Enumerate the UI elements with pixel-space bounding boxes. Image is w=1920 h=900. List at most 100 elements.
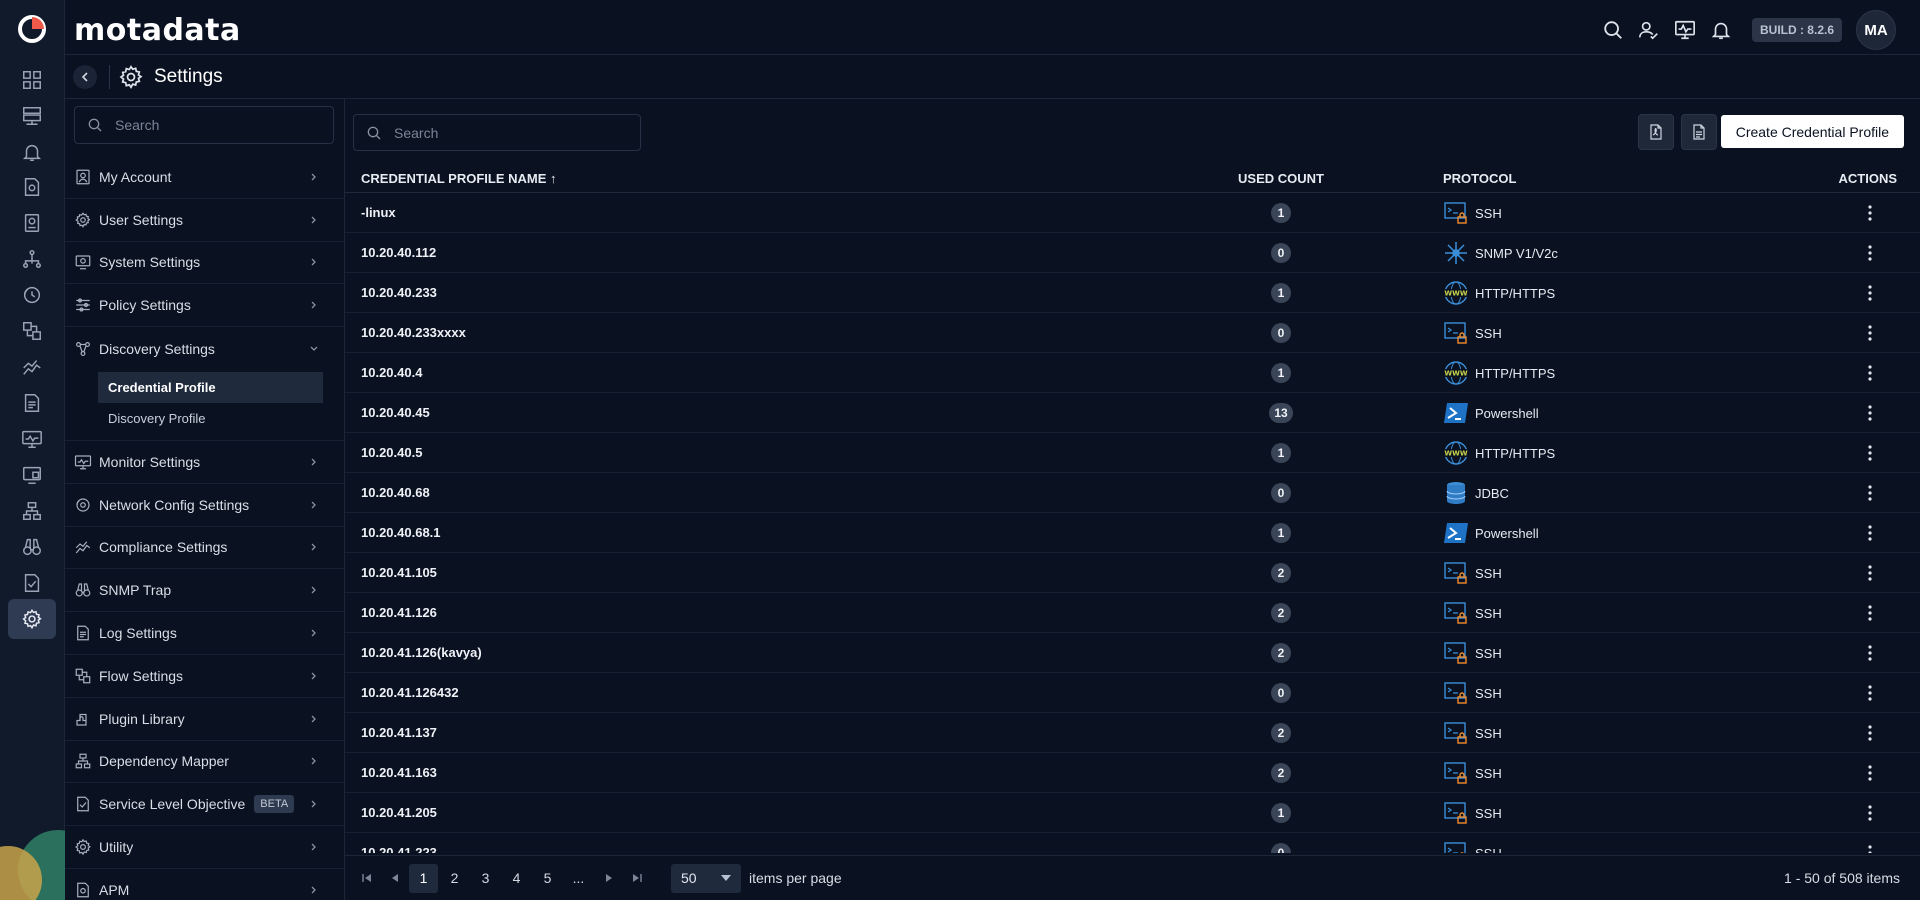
used-count-badge[interactable]: 2 xyxy=(1271,763,1291,783)
table-row[interactable]: 10.20.40.233xxxx 0 SSH xyxy=(345,313,1920,353)
used-count-badge[interactable]: 1 xyxy=(1271,283,1291,303)
used-count-badge[interactable]: 2 xyxy=(1271,643,1291,663)
column-header-name[interactable]: CREDENTIAL PROFILE NAME ↑ xyxy=(361,171,557,186)
credential-profile-name[interactable]: 10.20.41.105 xyxy=(361,565,437,580)
rail-dependency-button[interactable] xyxy=(16,495,48,527)
sidebar-item-my-account[interactable]: My Account xyxy=(65,156,344,199)
credential-profile-name[interactable]: 10.20.40.233xxxx xyxy=(361,325,466,340)
row-actions-button[interactable] xyxy=(1860,523,1880,543)
sidebar-item-monitor-settings[interactable]: Monitor Settings xyxy=(65,441,344,484)
credential-profile-name[interactable]: 10.20.40.4 xyxy=(361,365,422,380)
rail-metric-explorer-button[interactable] xyxy=(16,351,48,383)
rail-audit-button[interactable] xyxy=(16,459,48,491)
credential-profile-name[interactable]: 10.20.41.223 xyxy=(361,845,437,853)
used-count-badge[interactable]: 1 xyxy=(1271,523,1291,543)
credential-profile-name[interactable]: 10.20.40.68 xyxy=(361,485,430,500)
column-header-protocol[interactable]: PROTOCOL xyxy=(1443,171,1516,186)
used-count-badge[interactable]: 2 xyxy=(1271,563,1291,583)
sidebar-item-system-settings[interactable]: System Settings xyxy=(65,242,344,285)
page-number-button[interactable]: 2 xyxy=(440,864,469,893)
used-count-badge[interactable]: 2 xyxy=(1271,723,1291,743)
credential-profile-name[interactable]: 10.20.41.126(kavya) xyxy=(361,645,482,660)
sidebar-item-log-settings[interactable]: Log Settings xyxy=(65,612,344,655)
create-credential-profile-button[interactable]: Create Credential Profile xyxy=(1720,115,1904,148)
sidebar-item-dependency-mapper[interactable]: Dependency Mapper xyxy=(65,741,344,784)
credential-profile-name[interactable]: -linux xyxy=(361,205,396,220)
sidebar-item-policy-settings[interactable]: Policy Settings xyxy=(65,284,344,328)
page-number-button[interactable]: 4 xyxy=(502,864,531,893)
rail-dashboard-button[interactable] xyxy=(16,64,48,96)
credential-profile-name[interactable]: 10.20.40.5 xyxy=(361,445,422,460)
rail-apm-button[interactable] xyxy=(16,171,48,203)
row-actions-button[interactable] xyxy=(1860,723,1880,743)
table-row[interactable]: 10.20.40.45 13 Powershell xyxy=(345,393,1920,433)
sidebar-search-input[interactable]: Search xyxy=(74,106,334,144)
sidebar-item-snmp-trap[interactable]: SNMP Trap xyxy=(65,569,344,613)
sidebar-item-service-level-objective[interactable]: Service Level Objective BETA xyxy=(65,783,344,827)
monitor-activity-icon[interactable] xyxy=(1672,17,1698,43)
sidebar-item-network-config-settings[interactable]: Network Config Settings xyxy=(65,484,344,527)
user-check-icon[interactable] xyxy=(1636,17,1662,43)
rail-settings-button[interactable] xyxy=(8,599,56,639)
sidebar-item-user-settings[interactable]: User Settings xyxy=(65,199,344,242)
credential-profile-name[interactable]: 10.20.41.126432 xyxy=(361,685,459,700)
table-row[interactable]: 10.20.40.68 0 JDBC xyxy=(345,473,1920,513)
used-count-badge[interactable]: 1 xyxy=(1271,203,1291,223)
table-row[interactable]: 10.20.40.4 1 WWW HTTP/HTTPS xyxy=(345,353,1920,393)
table-row[interactable]: 10.20.41.223 0 SSH xyxy=(345,833,1920,853)
table-row[interactable]: 10.20.41.105 2 SSH xyxy=(345,553,1920,593)
row-actions-button[interactable] xyxy=(1860,363,1880,383)
used-count-badge[interactable]: 0 xyxy=(1271,243,1291,263)
table-row[interactable]: 10.20.41.126 2 SSH xyxy=(345,593,1920,633)
grid-search-input[interactable]: Search xyxy=(353,114,641,151)
app-logo-icon[interactable] xyxy=(16,13,48,45)
table-row[interactable]: 10.20.41.126432 0 SSH xyxy=(345,673,1920,713)
sidebar-item-apm[interactable]: APM xyxy=(65,869,344,900)
column-header-used-count[interactable]: USED COUNT xyxy=(1216,171,1346,186)
sidebar-item-compliance-settings[interactable]: Compliance Settings xyxy=(65,527,344,570)
sidebar-item-discovery-settings[interactable]: Discovery Settings xyxy=(65,327,344,370)
used-count-badge[interactable]: 0 xyxy=(1271,323,1291,343)
row-actions-button[interactable] xyxy=(1860,843,1880,853)
rail-checklist-button[interactable] xyxy=(16,567,48,599)
avatar[interactable]: MA xyxy=(1856,10,1896,50)
row-actions-button[interactable] xyxy=(1860,443,1880,463)
row-actions-button[interactable] xyxy=(1860,683,1880,703)
row-actions-button[interactable] xyxy=(1860,323,1880,343)
table-row[interactable]: -linux 1 SSH xyxy=(345,193,1920,233)
credential-profile-name[interactable]: 10.20.40.68.1 xyxy=(361,525,441,540)
row-actions-button[interactable] xyxy=(1860,603,1880,623)
credential-profile-name[interactable]: 10.20.41.205 xyxy=(361,805,437,820)
row-actions-button[interactable] xyxy=(1860,763,1880,783)
row-actions-button[interactable] xyxy=(1860,563,1880,583)
credential-profile-name[interactable]: 10.20.40.233 xyxy=(361,285,437,300)
page-number-button[interactable]: 5 xyxy=(533,864,562,893)
sidebar-subitem-credential-profile[interactable]: Credential Profile xyxy=(98,371,323,403)
used-count-badge[interactable]: 0 xyxy=(1271,483,1291,503)
back-button[interactable] xyxy=(73,64,97,89)
sidebar-subitem-discovery-profile[interactable]: Discovery Profile xyxy=(65,403,344,434)
rail-inventory-button[interactable] xyxy=(16,100,48,132)
credential-profile-name[interactable]: 10.20.41.163 xyxy=(361,765,437,780)
table-row[interactable]: 10.20.41.126(kavya) 2 SSH xyxy=(345,633,1920,673)
table-row[interactable]: 10.20.40.68.1 1 Powershell xyxy=(345,513,1920,553)
table-row[interactable]: 10.20.41.137 2 SSH xyxy=(345,713,1920,753)
rail-alert-button[interactable] xyxy=(16,136,48,168)
credential-profile-name[interactable]: 10.20.40.112 xyxy=(361,245,436,260)
sidebar-item-plugin-library[interactable]: Plugin Library xyxy=(65,698,344,741)
sidebar-item-utility[interactable]: Utility xyxy=(65,826,344,869)
rail-topology-button[interactable] xyxy=(16,243,48,275)
row-actions-button[interactable] xyxy=(1860,483,1880,503)
table-row[interactable]: 10.20.40.112 0 SNMP V1/V2c xyxy=(345,233,1920,273)
row-actions-button[interactable] xyxy=(1860,243,1880,263)
sidebar-item-flow-settings[interactable]: Flow Settings xyxy=(65,655,344,698)
first-page-button[interactable] xyxy=(353,864,381,892)
table-row[interactable]: 10.20.41.163 2 SSH xyxy=(345,753,1920,793)
prev-page-button[interactable] xyxy=(381,864,409,892)
rail-log-button[interactable] xyxy=(16,387,48,419)
brand-logo[interactable]: motadata xyxy=(74,13,241,48)
row-actions-button[interactable] xyxy=(1860,803,1880,823)
page-number-button[interactable]: 3 xyxy=(471,864,500,893)
credential-profile-name[interactable]: 10.20.41.137 xyxy=(361,725,437,740)
row-actions-button[interactable] xyxy=(1860,403,1880,423)
